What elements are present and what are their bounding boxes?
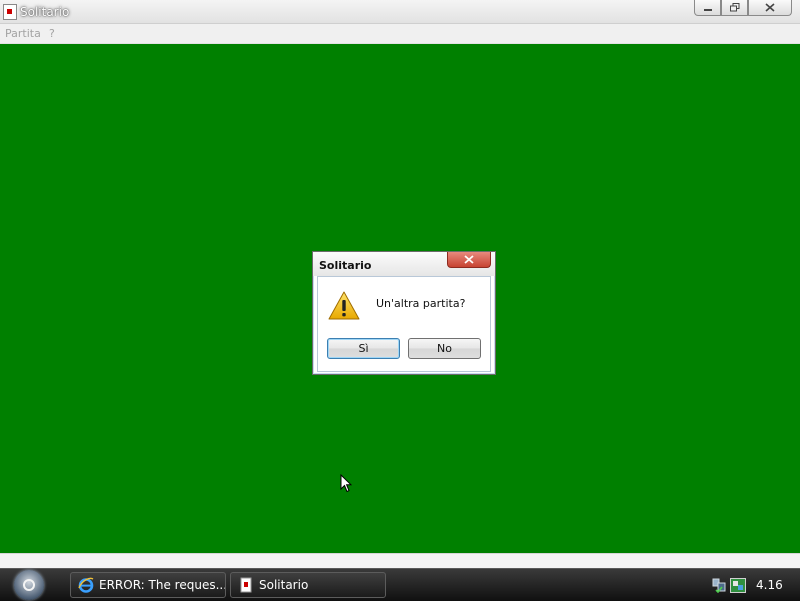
network-icon[interactable] bbox=[712, 577, 726, 593]
dialog-title: Solitario bbox=[319, 259, 372, 272]
taskbar-item-label: Solitario bbox=[259, 578, 309, 592]
restore-button[interactable] bbox=[721, 0, 748, 16]
taskbar-item-solitaire[interactable]: Solitario bbox=[230, 572, 386, 598]
warning-icon bbox=[328, 291, 360, 320]
dialog-body: Un'altra partita? Sì No bbox=[317, 276, 491, 372]
window-bottom-border bbox=[0, 553, 800, 569]
taskbar-item-browser[interactable]: ERROR: The reques... bbox=[70, 572, 226, 598]
menu-item-partita[interactable]: Partita bbox=[5, 27, 41, 40]
solitaire-icon bbox=[240, 577, 252, 593]
system-tray: 4.16 bbox=[708, 572, 800, 598]
internet-explorer-icon bbox=[78, 577, 94, 593]
close-button[interactable] bbox=[748, 0, 792, 16]
close-icon bbox=[464, 255, 474, 264]
window-title: Solitario bbox=[20, 5, 70, 19]
taskbar-item-label: ERROR: The reques... bbox=[99, 578, 225, 592]
card-icon bbox=[3, 4, 17, 20]
start-button[interactable] bbox=[14, 570, 44, 600]
menu-bar: Partita ? bbox=[0, 24, 800, 44]
dialog-titlebar: Solitario bbox=[313, 252, 495, 276]
dialog-message: Un'altra partita? bbox=[376, 297, 466, 310]
no-button[interactable]: No bbox=[408, 338, 481, 359]
clock[interactable]: 4.16 bbox=[756, 578, 783, 592]
window-titlebar: Solitario bbox=[0, 0, 800, 24]
yes-button[interactable]: Sì bbox=[327, 338, 400, 359]
mouse-cursor-icon bbox=[340, 474, 352, 493]
windows-logo-icon bbox=[23, 579, 35, 591]
close-icon bbox=[765, 3, 775, 12]
minimize-button[interactable] bbox=[694, 0, 721, 16]
caption-buttons bbox=[694, 0, 792, 16]
minimize-icon bbox=[703, 8, 712, 11]
menu-item-help[interactable]: ? bbox=[49, 27, 55, 40]
restore-icon bbox=[729, 3, 739, 12]
tray-app-icon[interactable] bbox=[730, 578, 746, 593]
taskbar: ERROR: The reques... Solitario 4.16 bbox=[0, 568, 800, 601]
new-game-dialog: Solitario Un'altra partita? Sì No bbox=[312, 251, 496, 375]
dialog-close-button[interactable] bbox=[447, 252, 491, 268]
